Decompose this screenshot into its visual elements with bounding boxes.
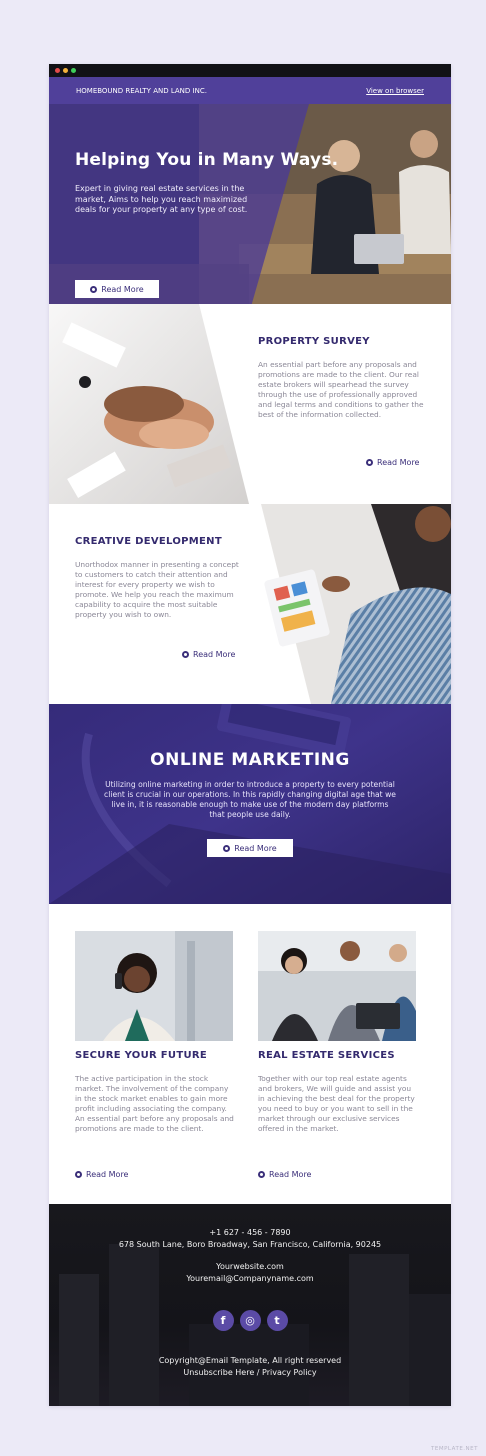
footer-address: 678 South Lane, Boro Broadway, San Franc… — [118, 1240, 382, 1249]
real-estate-services-title: REAL ESTATE SERVICES — [258, 1050, 395, 1061]
real-estate-services-read-more-link[interactable]: Read More — [258, 1170, 311, 1179]
company-name: HOMEBOUND REALTY AND LAND INC. — [76, 86, 207, 95]
property-survey-text: An essential part before any proposals a… — [258, 360, 424, 419]
secure-future-read-more-link[interactable]: Read More — [75, 1170, 128, 1179]
property-survey-read-more-label: Read More — [377, 458, 420, 467]
tablet-chart-photo — [261, 504, 451, 704]
office-meeting-photo — [258, 931, 416, 1041]
footer-copyright: Copyright@Email Template, All right rese… — [158, 1356, 342, 1365]
hero-title: Helping You in Many Ways. — [75, 150, 339, 170]
creative-development-text: Unorthodox manner in presenting a concep… — [75, 560, 239, 619]
read-more-icon — [223, 844, 231, 852]
facebook-icon[interactable]: f — [212, 1310, 234, 1331]
woman-phone-photo — [75, 931, 233, 1041]
real-estate-services-read-more-label: Read More — [269, 1170, 312, 1179]
twitter-icon[interactable]: t — [266, 1310, 288, 1331]
services-two-column: SECURE YOUR FUTURE The active participat… — [49, 904, 451, 1204]
secure-future-title: SECURE YOUR FUTURE — [75, 1050, 208, 1061]
close-dot[interactable] — [55, 68, 60, 73]
email-header-bar: HOMEBOUND REALTY AND LAND INC. View on b… — [49, 77, 451, 104]
creative-development-section: CREATIVE DEVELOPMENT Unorthodox manner i… — [49, 504, 451, 704]
email-template: HOMEBOUND REALTY AND LAND INC. View on b… — [49, 64, 451, 1406]
online-marketing-text: Utilizing online marketing in order to i… — [104, 780, 396, 819]
instagram-icon[interactable]: ◎ — [239, 1310, 261, 1331]
footer-phone: +1 627 - 456 - 7890 — [209, 1228, 291, 1237]
teamwork-hands-photo — [49, 304, 249, 504]
secure-future-read-more-label: Read More — [86, 1170, 129, 1179]
property-survey-read-more-link[interactable]: Read More — [366, 458, 419, 467]
watermark: TEMPLATE.NET — [431, 1446, 478, 1452]
secure-future-text: The active participation in the stock ma… — [75, 1074, 234, 1133]
read-more-icon — [90, 285, 98, 293]
hero-read-more-button[interactable]: Read More — [75, 280, 159, 298]
hero-description: Expert in giving real estate services in… — [75, 184, 248, 214]
creative-development-title: CREATIVE DEVELOPMENT — [75, 536, 222, 547]
online-marketing-read-more-label: Read More — [234, 843, 277, 853]
footer-email[interactable]: Youremail@Companyname.com — [49, 1274, 451, 1283]
minimize-dot[interactable] — [63, 68, 68, 73]
read-more-icon — [258, 1171, 265, 1178]
real-estate-services-text: Together with our top real estate agents… — [258, 1074, 415, 1133]
creative-development-read-more-link[interactable]: Read More — [182, 650, 235, 659]
creative-development-read-more-label: Read More — [193, 650, 236, 659]
footer-website[interactable]: Yourwebsite.com — [49, 1262, 451, 1271]
read-more-icon — [366, 459, 373, 466]
window-titlebar — [49, 64, 451, 77]
view-on-browser-link[interactable]: View on browser — [366, 87, 424, 95]
online-marketing-section: ONLINE MARKETING Utilizing online market… — [49, 704, 451, 904]
hero-section: Helping You in Many Ways. Expert in givi… — [49, 104, 451, 304]
read-more-icon — [75, 1171, 82, 1178]
read-more-icon — [182, 651, 189, 658]
online-marketing-title: ONLINE MARKETING — [150, 750, 350, 770]
footer: +1 627 - 456 - 7890 678 South Lane, Boro… — [49, 1204, 451, 1406]
property-survey-section: PROPERTY SURVEY An essential part before… — [49, 304, 451, 504]
online-marketing-read-more-button[interactable]: Read More — [207, 839, 293, 857]
hero-read-more-label: Read More — [101, 284, 144, 294]
social-icons: f ◎ t — [49, 1310, 451, 1331]
property-survey-title: PROPERTY SURVEY — [258, 336, 370, 347]
footer-unsubscribe-link[interactable]: Unsubscribe Here / Privacy Policy — [49, 1368, 451, 1377]
maximize-dot[interactable] — [71, 68, 76, 73]
